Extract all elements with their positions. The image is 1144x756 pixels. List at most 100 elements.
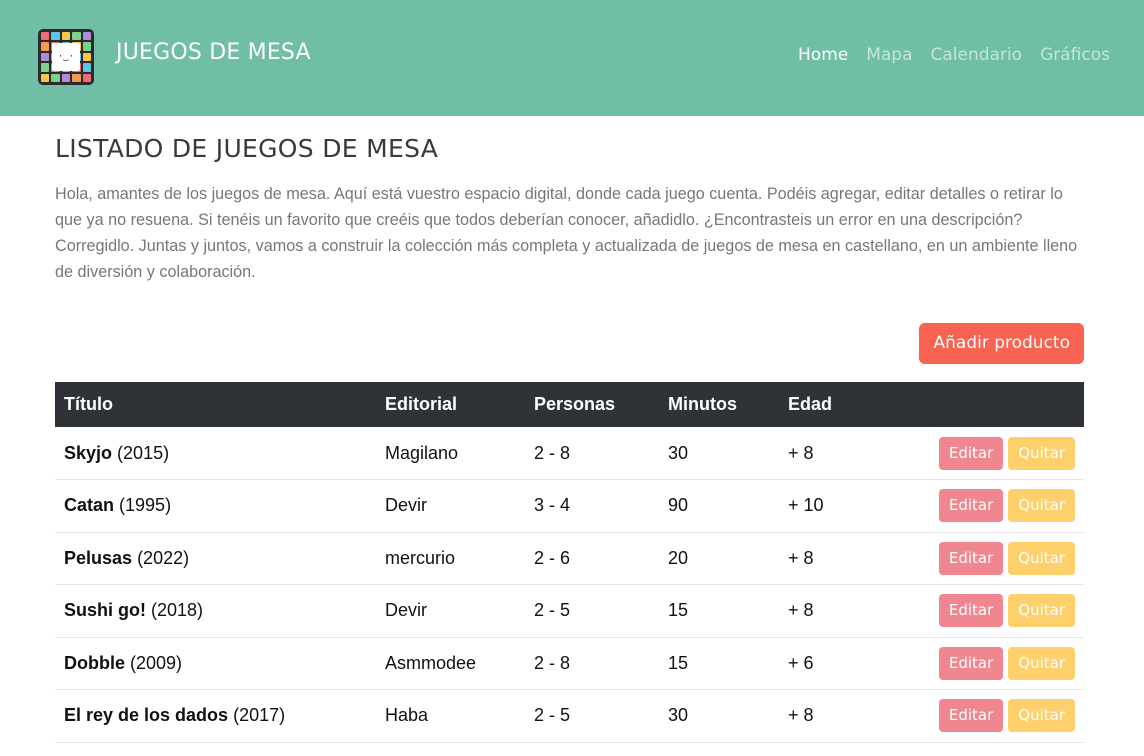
edit-button[interactable]: Editar (938, 436, 1004, 470)
cell-age: + 6 (788, 652, 814, 673)
remove-button[interactable]: Quitar (1008, 436, 1075, 470)
game-name: Pelusas (64, 547, 133, 568)
logo-tile (41, 52, 50, 62)
game-name: Sushi go! (64, 600, 146, 621)
table-body: Skyjo (2015) Magilano 2 - 8 30 + 8 Editar Quit… (55, 427, 1084, 742)
cell-editorial: mercurio (385, 547, 456, 568)
nav-link-mapa[interactable]: Mapa (866, 45, 912, 65)
game-name: Skyjo (64, 442, 113, 463)
game-year: (2015) (117, 442, 170, 463)
logo-tile (41, 42, 50, 51)
cell-title: Pelusas (2022) (55, 532, 376, 585)
cell-actions: Editar Quitar (872, 480, 1084, 533)
cell-title: Catan (1995) (55, 480, 376, 533)
logo-icon[interactable]: ·‿· (38, 29, 94, 85)
table-header-row: Título Editorial Personas Minutos Edad (55, 382, 1084, 427)
cell-players: 2 - 5 (534, 705, 571, 726)
edit-button[interactable]: Editar (938, 699, 1004, 733)
logo-tile (51, 73, 60, 82)
logo-tile (82, 52, 91, 62)
game-year: (2017) (233, 705, 286, 726)
game-year: (2018) (151, 600, 204, 621)
cell-actions: Editar Quitar (872, 637, 1084, 690)
game-year: (2022) (137, 547, 190, 568)
header-players: Personas (534, 394, 616, 414)
cell-age: + 8 (788, 600, 814, 621)
game-name: El rey de los dados (64, 705, 229, 726)
table-row: Sushi go! (2018) Devir 2 - 5 15 + 8 Editar Qui… (55, 585, 1084, 638)
header-minutes: Minutos (668, 394, 737, 414)
remove-button[interactable]: Quitar (1008, 541, 1075, 575)
nav-links: Home Mapa Calendario Gráficos (798, 45, 1110, 65)
cell-players: 2 - 8 (534, 652, 571, 673)
table-row: Skyjo (2015) Magilano 2 - 8 30 + 8 Editar Quit… (55, 427, 1084, 480)
cell-title: Dobble (2009) (55, 637, 376, 690)
cell-actions: Editar Quitar (872, 690, 1084, 743)
brand-title[interactable]: JUEGOS DE MESA (116, 40, 311, 65)
remove-button[interactable]: Quitar (1008, 699, 1075, 733)
table-row: El rey de los dados (2017) Haba 2 - 5 30 + 8… (55, 690, 1084, 743)
header-editorial: Editorial (385, 394, 458, 414)
nav-link-home[interactable]: Home (798, 45, 848, 65)
logo-tile (41, 32, 50, 41)
edit-button[interactable]: Editar (938, 594, 1004, 628)
intro-text: Hola, amantes de los juegos de mesa. Aqu… (55, 185, 1078, 281)
cell-minutes: 15 (668, 600, 689, 621)
cell-title: Sushi go! (2018) (55, 585, 376, 638)
cell-minutes: 20 (668, 547, 689, 568)
cell-minutes: 90 (668, 495, 689, 516)
edit-button[interactable]: Editar (938, 541, 1004, 575)
cell-players: 3 - 4 (534, 495, 571, 516)
logo-tile (41, 73, 50, 82)
cell-title: Skyjo (2015) (55, 427, 376, 480)
cell-age: + 10 (788, 495, 824, 516)
page-title: LISTADO DE JUEGOS DE MESA (55, 134, 439, 163)
header-age: Edad (788, 394, 833, 414)
logo-tile (82, 32, 91, 41)
game-year: (2009) (130, 652, 183, 673)
cell-editorial: Devir (385, 600, 428, 621)
logo-tile (82, 42, 91, 51)
logo-tile (61, 32, 71, 41)
table-header: Título Editorial Personas Minutos Edad (55, 382, 1084, 427)
cell-age: + 8 (788, 547, 814, 568)
add-product-button[interactable]: Añadir producto (919, 323, 1084, 364)
game-name: Dobble (64, 652, 125, 673)
cell-players: 2 - 5 (534, 600, 571, 621)
header-actions (872, 382, 1084, 427)
logo-tile (51, 32, 60, 41)
remove-button[interactable]: Quitar (1008, 646, 1075, 680)
cell-editorial: Magilano (385, 442, 459, 463)
logo-tile (82, 73, 91, 82)
edit-button[interactable]: Editar (938, 646, 1004, 680)
header-title: Título (64, 394, 113, 414)
cell-actions: Editar Quitar (872, 532, 1084, 585)
logo-tile (72, 32, 81, 41)
cell-title: El rey de los dados (2017) (55, 690, 376, 743)
logo-tile (82, 63, 91, 72)
cell-editorial: Devir (385, 495, 428, 516)
table-row: Catan (1995) Devir 3 - 4 90 + 10 Editar Quitar (55, 480, 1084, 533)
remove-button[interactable]: Quitar (1008, 489, 1075, 523)
edit-button[interactable]: Editar (938, 489, 1004, 523)
navbar: ·‿· JUEGOS DE MESA Home Mapa Calendario … (0, 0, 1144, 116)
logo-tile (41, 63, 50, 72)
cell-editorial: Asmmodee (385, 652, 477, 673)
nav-link-graficos[interactable]: Gráficos (1040, 45, 1110, 65)
cell-players: 2 - 6 (534, 547, 571, 568)
nav-link-calendario[interactable]: Calendario (931, 45, 1023, 65)
cell-actions: Editar Quitar (872, 585, 1084, 638)
games-table: Título Editorial Personas Minutos Edad S… (55, 382, 1084, 743)
cell-minutes: 15 (668, 652, 689, 673)
remove-button[interactable]: Quitar (1008, 594, 1075, 628)
cell-age: + 8 (788, 705, 814, 726)
cell-minutes: 30 (668, 442, 689, 463)
logo-tile (72, 73, 81, 82)
logo-face-icon: ·‿· (52, 43, 80, 71)
main-content: LISTADO DE JUEGOS DE MESA Hola, amantes … (55, 134, 1084, 742)
game-year: (1995) (119, 495, 172, 516)
cell-players: 2 - 8 (534, 442, 571, 463)
cell-editorial: Haba (385, 705, 429, 726)
cell-actions: Editar Quitar (872, 427, 1084, 480)
table-row: Dobble (2009) Asmmodee 2 - 8 15 + 6 Editar Qui… (55, 637, 1084, 690)
